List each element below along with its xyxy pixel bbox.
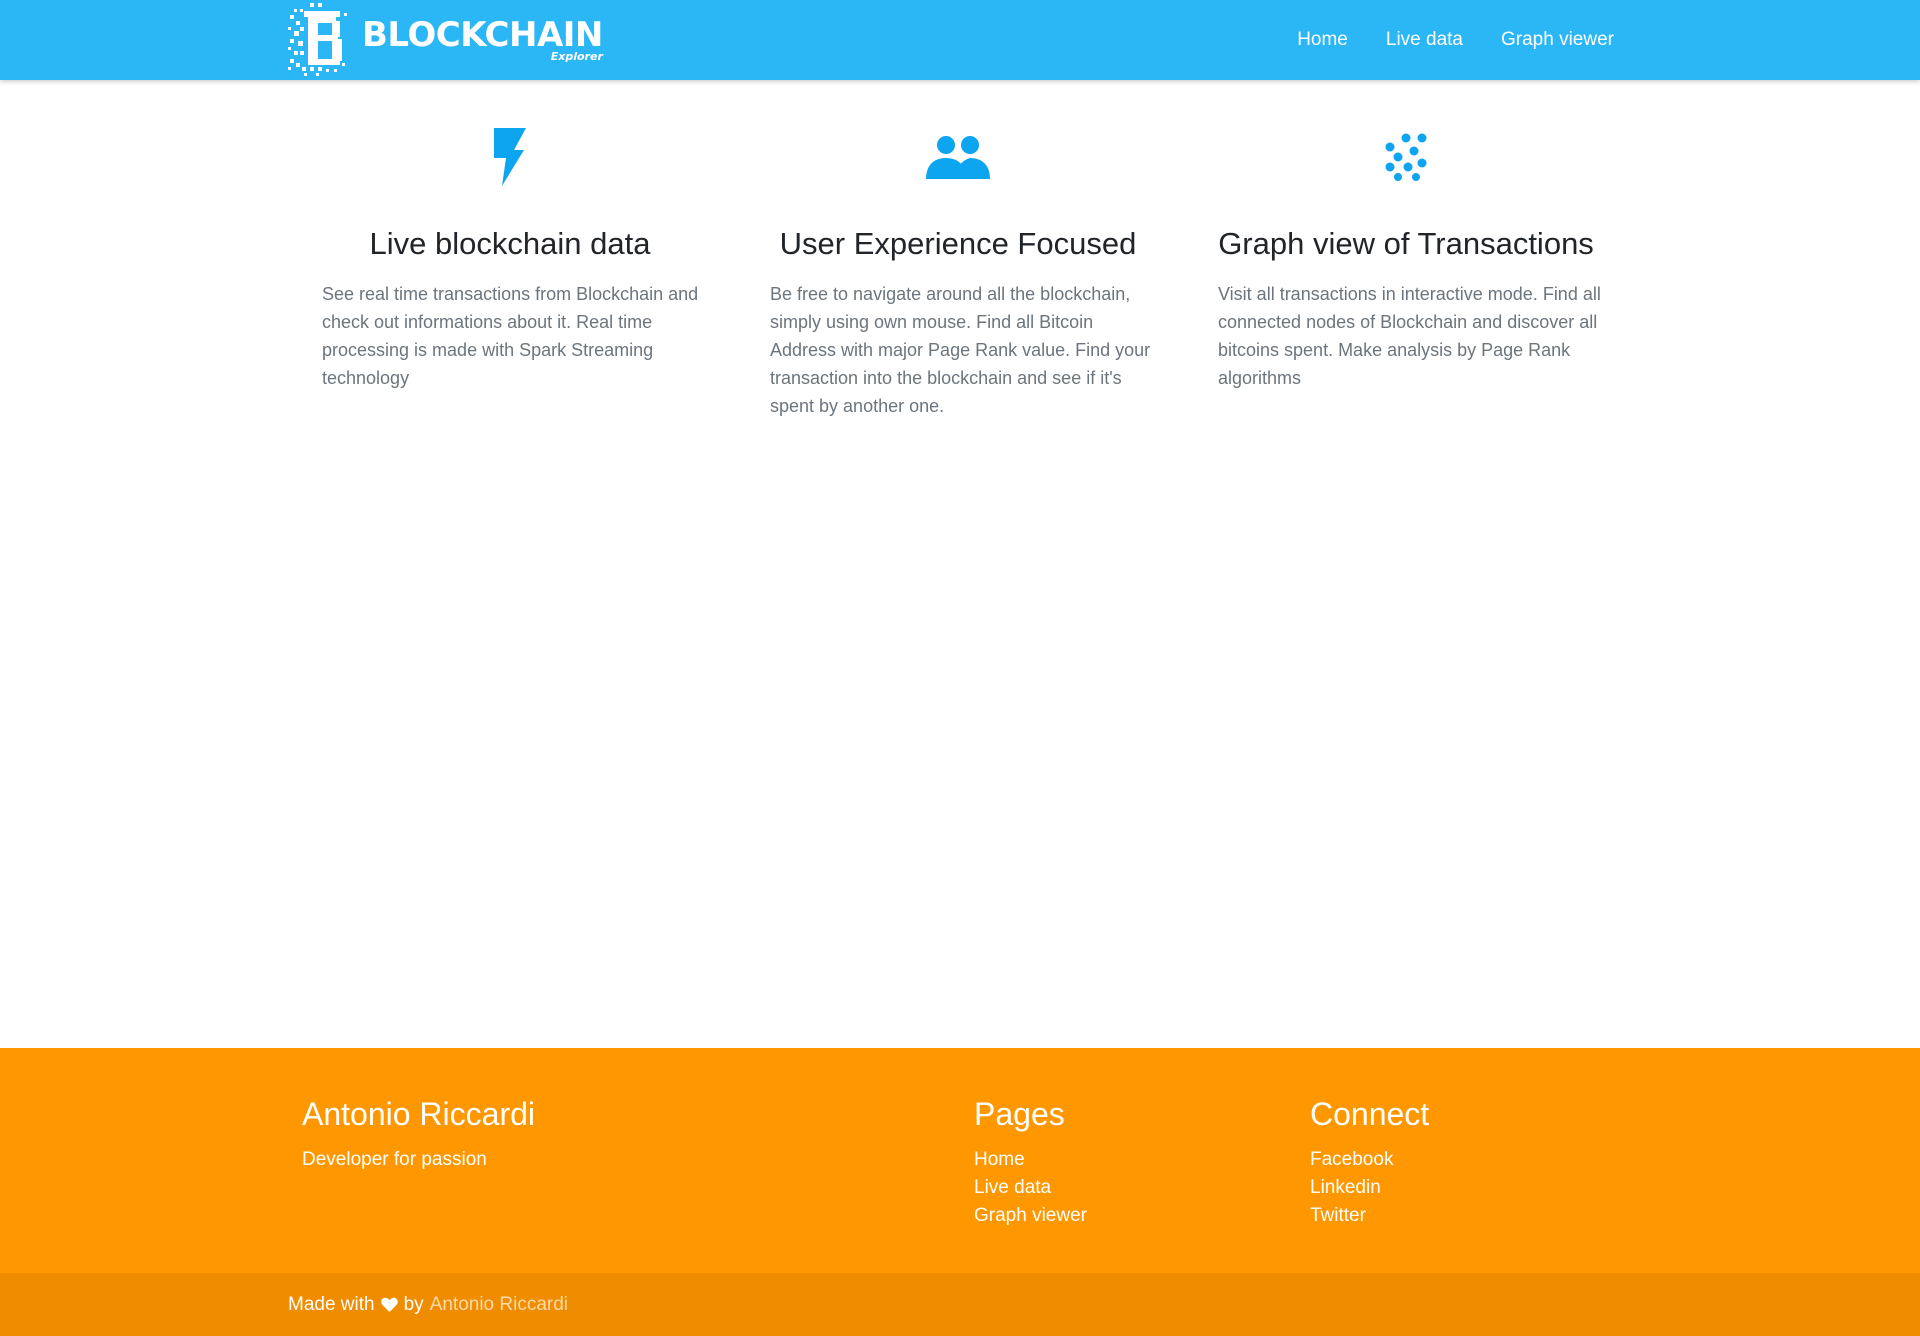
footer-connect-list: Facebook Linkedin Twitter [1310,1146,1429,1230]
nav-item-home[interactable]: Home [1297,29,1348,51]
feature-title: Live blockchain data [369,226,651,261]
feature-description: See real time transactions from Blockcha… [322,284,699,388]
footer-author-name: Antonio Riccardi [302,1096,535,1132]
footer-link-home[interactable]: Home [974,1149,1025,1170]
feature-graph-view: Graph view of Transactions Visit all tra… [1211,124,1601,392]
nav-item-live-data[interactable]: Live data [1386,29,1463,51]
lightning-bolt-icon [315,124,705,190]
footer-link-live-data[interactable]: Live data [974,1177,1051,1198]
footer-link-graph-viewer[interactable]: Graph viewer [974,1205,1087,1226]
feature-description: Be free to navigate around all the block… [770,284,1151,416]
feature-live-data: Live blockchain data See real time trans… [315,124,705,392]
feature-title: User Experience Focused [779,226,1137,261]
footer-connect-heading: Connect [1310,1096,1430,1132]
bitcoin-b-logo-icon [286,1,352,79]
footer-pages: Pages Home Live data Graph viewer [974,1094,1087,1230]
copyright-prefix: Made with [288,1293,375,1315]
copyright-bar: Made with by Antonio Riccardi [0,1273,1920,1336]
footer-pages-heading: Pages [974,1096,1065,1132]
navbar: BLOCKCHAIN Explorer Home Live data Graph… [0,0,1920,80]
feature-title: Graph view of Transactions [1218,226,1594,261]
footer-tagline: Developer for passion [302,1149,487,1170]
heart-icon [380,1297,398,1313]
copyright-by: by [403,1293,424,1315]
feature-description: Visit all transactions in interactive mo… [1218,284,1601,388]
brand-subtitle: Explorer [550,50,603,63]
footer-link-facebook[interactable]: Facebook [1310,1149,1393,1170]
footer-connect: Connect Facebook Linkedin Twitter [1310,1094,1429,1230]
users-icon [763,124,1153,190]
footer-link-twitter[interactable]: Twitter [1310,1205,1366,1226]
brand-logo[interactable]: BLOCKCHAIN Explorer [286,0,603,80]
feature-user-experience: User Experience Focused Be free to navig… [763,124,1153,420]
nav-menu: Home Live data Graph viewer [1259,0,1614,80]
footer-link-linkedin[interactable]: Linkedin [1310,1177,1381,1198]
brand-text: BLOCKCHAIN Explorer [362,17,603,63]
footer: Antonio Riccardi Developer for passion P… [0,1048,1920,1273]
graph-nodes-icon [1211,124,1601,190]
author-link[interactable]: Antonio Riccardi [430,1294,568,1316]
copyright-text: Made with by Antonio Riccardi [288,1273,568,1336]
footer-pages-list: Home Live data Graph viewer [974,1146,1087,1230]
footer-about: Antonio Riccardi Developer for passion [302,1094,535,1174]
nav-item-graph-viewer[interactable]: Graph viewer [1501,29,1614,51]
brand-title: BLOCKCHAIN [362,15,603,55]
